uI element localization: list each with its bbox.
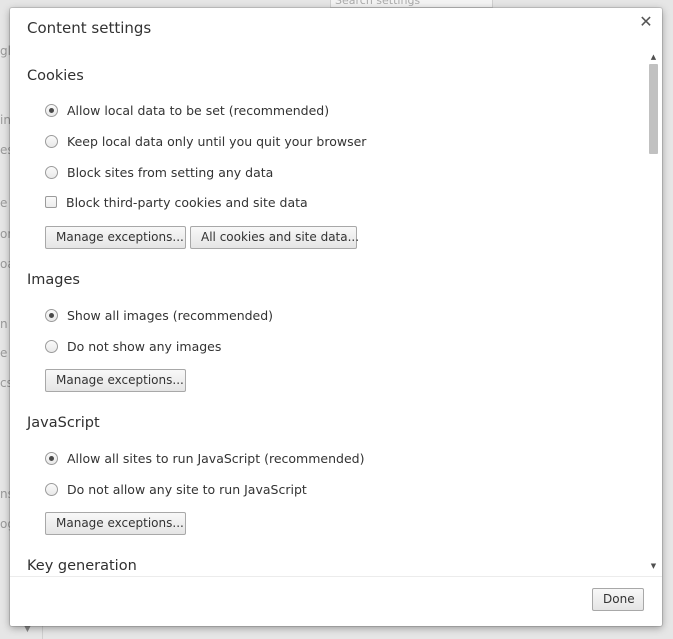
background-text-fragment: gl bbox=[0, 44, 10, 58]
radio-unchecked-icon[interactable] bbox=[45, 339, 58, 353]
checkbox-icon[interactable] bbox=[45, 196, 57, 208]
radio-images-show[interactable]: Show all images (recommended) bbox=[45, 306, 273, 324]
checkbox-block-third-party[interactable]: Block third-party cookies and site data bbox=[45, 193, 308, 211]
background-text-fragment: es bbox=[0, 143, 10, 157]
radio-cookies-block[interactable]: Block sites from setting any data bbox=[45, 163, 273, 181]
scroll-thumb[interactable] bbox=[649, 64, 658, 154]
option-label: Block third-party cookies and site data bbox=[66, 194, 308, 210]
radio-javascript-allow[interactable]: Allow all sites to run JavaScript (recom… bbox=[45, 449, 364, 467]
close-icon[interactable]: ✕ bbox=[638, 12, 654, 31]
background-text-fragment: oa bbox=[0, 257, 10, 271]
radio-checked-icon[interactable] bbox=[45, 103, 58, 117]
section-title-key-generation: Key generation bbox=[27, 558, 137, 574]
option-label: Allow local data to be set (recommended) bbox=[67, 102, 330, 118]
background-search-field: Search settings bbox=[330, 0, 493, 8]
section-title-cookies: Cookies bbox=[27, 68, 84, 84]
option-label: Do not show any images bbox=[67, 338, 222, 354]
scroll-up-icon[interactable]: ▲ bbox=[647, 52, 660, 62]
radio-javascript-block[interactable]: Do not allow any site to run JavaScript bbox=[45, 480, 307, 498]
option-label: Do not allow any site to run JavaScript bbox=[67, 481, 307, 497]
radio-checked-icon[interactable] bbox=[45, 308, 58, 322]
radio-cookies-session-only[interactable]: Keep local data only until you quit your… bbox=[45, 132, 366, 150]
radio-unchecked-icon[interactable] bbox=[45, 134, 58, 148]
settings-scroll-area[interactable]: Cookies Allow local data to be set (reco… bbox=[10, 58, 646, 576]
background-text-fragment: in bbox=[0, 113, 10, 127]
option-label: Block sites from setting any data bbox=[67, 164, 274, 180]
radio-checked-icon[interactable] bbox=[45, 451, 58, 465]
radio-unchecked-icon[interactable] bbox=[45, 482, 58, 496]
radio-images-block[interactable]: Do not show any images bbox=[45, 337, 221, 355]
background-text-fragment: e s bbox=[0, 346, 10, 360]
background-text-fragment: og bbox=[0, 517, 10, 531]
cookies-manage-exceptions-button[interactable]: Manage exceptions... bbox=[45, 226, 186, 249]
vertical-scrollbar[interactable]: ▲ ▼ bbox=[647, 52, 660, 572]
option-label: Show all images (recommended) bbox=[67, 307, 274, 323]
background-text-fragment: ns bbox=[0, 487, 10, 501]
section-title-images: Images bbox=[27, 272, 80, 288]
background-text-fragment: n c bbox=[0, 317, 10, 331]
option-label: Allow all sites to run JavaScript (recom… bbox=[67, 450, 365, 466]
images-manage-exceptions-button[interactable]: Manage exceptions... bbox=[45, 369, 186, 392]
content-settings-dialog: Content settings ✕ Cookies Allow local d… bbox=[10, 8, 662, 626]
radio-unchecked-icon[interactable] bbox=[45, 165, 58, 179]
footer-divider bbox=[10, 576, 662, 577]
background-text-fragment: on bbox=[0, 227, 10, 241]
dialog-title: Content settings bbox=[27, 19, 152, 37]
javascript-manage-exceptions-button[interactable]: Manage exceptions... bbox=[45, 512, 186, 535]
section-title-javascript: JavaScript bbox=[27, 415, 100, 431]
scroll-down-icon[interactable]: ▼ bbox=[647, 561, 660, 571]
all-cookies-site-data-button[interactable]: All cookies and site data... bbox=[190, 226, 359, 249]
background-text-fragment: e n bbox=[0, 196, 10, 210]
done-button[interactable]: Done bbox=[592, 588, 644, 611]
radio-cookies-allow[interactable]: Allow local data to be set (recommended) bbox=[45, 101, 329, 119]
option-label: Keep local data only until you quit your… bbox=[67, 133, 367, 149]
background-text-fragment: cs bbox=[0, 376, 10, 390]
